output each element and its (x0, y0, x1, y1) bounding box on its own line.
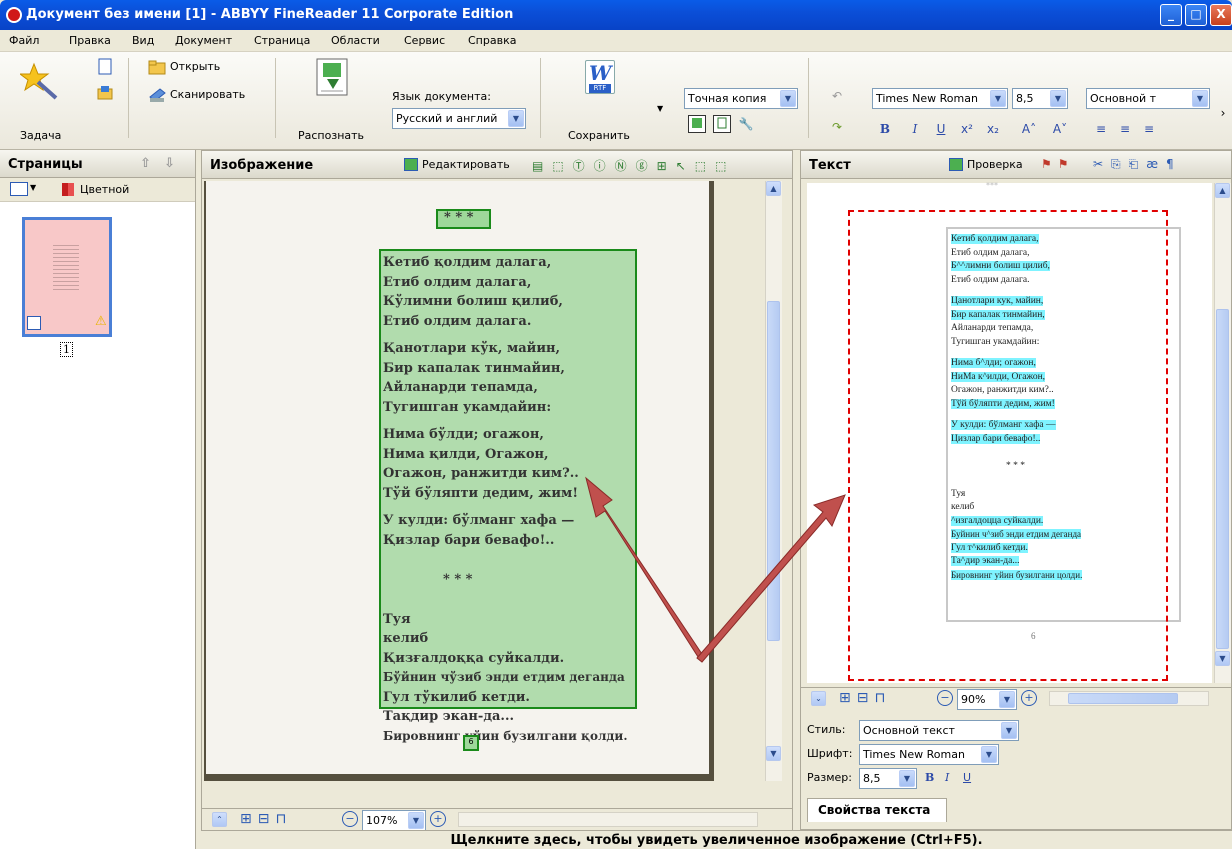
arrow-to-text-icon (696, 494, 846, 663)
arrow-to-image-icon (585, 476, 705, 661)
annotation-arrows (585, 476, 846, 663)
